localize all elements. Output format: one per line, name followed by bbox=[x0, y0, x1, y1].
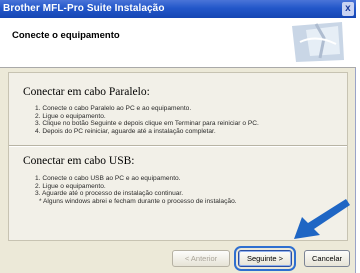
parallel-steps: 1. Conecte o cabo Paralelo ao PC e ao eq… bbox=[35, 105, 259, 135]
pointer-arrow-icon bbox=[294, 199, 350, 239]
usb-steps: 1. Conecte o cabo USB ao PC e ao equipam… bbox=[35, 175, 237, 205]
installer-window: Brother MFL-Pro Suite Instalação x Conec… bbox=[0, 0, 356, 273]
list-item: 1. Conecte o cabo USB ao PC e ao equipam… bbox=[35, 175, 181, 182]
usb-heading: Conectar em cabo USB: bbox=[23, 155, 135, 167]
title-bar: Brother MFL-Pro Suite Instalação x bbox=[0, 0, 356, 18]
page-title: Conecte o equipamento bbox=[12, 30, 120, 41]
list-item: * Alguns windows abrei e fecham durante … bbox=[39, 197, 237, 205]
list-item: 3. Aguarde até o processo de instalação … bbox=[35, 190, 184, 198]
list-item: 4. Depois do PC reiniciar, aguarde até a… bbox=[35, 127, 216, 135]
section-divider bbox=[9, 145, 347, 147]
parallel-heading: Conectar em cabo Paralelo: bbox=[23, 86, 150, 98]
cancel-button[interactable]: Cancelar bbox=[304, 250, 350, 267]
back-button[interactable]: < Anterior bbox=[172, 250, 230, 267]
list-item: 1. Conecte o cabo Paralelo ao PC e ao eq… bbox=[35, 105, 192, 112]
list-item: 3. Clique no botão Seguinte e depois cli… bbox=[35, 120, 259, 128]
wizard-graphic-icon bbox=[292, 22, 344, 62]
close-icon[interactable]: x bbox=[342, 2, 354, 16]
list-item: 2. Ligue o equipamento. bbox=[35, 112, 106, 120]
wizard-header: Conecte o equipamento bbox=[0, 18, 356, 68]
next-button[interactable]: Seguinte > bbox=[234, 246, 296, 271]
window-title: Brother MFL-Pro Suite Instalação bbox=[3, 3, 165, 14]
list-item: 2. Ligue o equipamento. bbox=[35, 182, 106, 190]
